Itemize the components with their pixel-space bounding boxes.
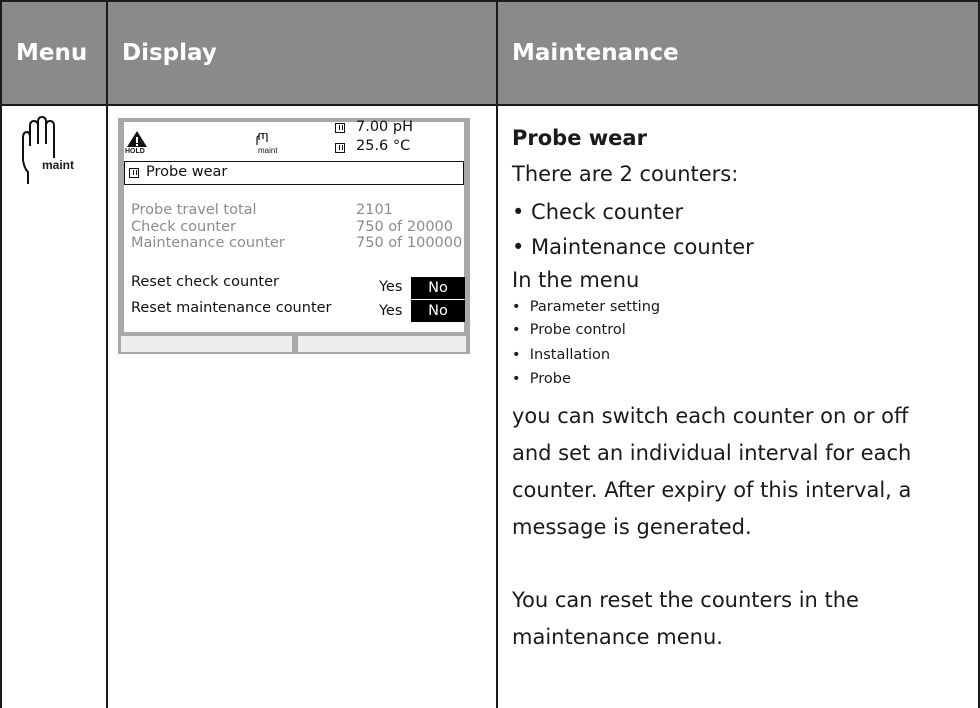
readout-ph: 7.00 pH [356, 119, 414, 135]
row-value-maintenance: 750 of 100000 [356, 235, 463, 251]
maint-status-label: maint [258, 146, 278, 155]
menu-list-item: • Probe control [512, 322, 626, 338]
menu-intro: In the menu [512, 268, 640, 292]
menu-list-item: • Installation [512, 347, 611, 363]
paragraph-line: message is generated. [512, 515, 752, 539]
counter-item-maintenance: • Maintenance counter [512, 235, 754, 259]
row-value-check: 750 of 20000 [356, 219, 453, 235]
softkey-right[interactable] [298, 336, 466, 352]
reset-maintenance-no-button[interactable]: No [411, 300, 465, 322]
readout-temperature: 25.6 °C [356, 138, 411, 154]
maint-hand-icon: maint [20, 115, 100, 186]
table-header: Menu Display Maintenance [0, 0, 980, 106]
column-header-menu: Menu [16, 40, 88, 66]
table-left-border [0, 0, 2, 708]
paragraph-line: maintenance menu. [512, 625, 723, 649]
reset-check-yes[interactable]: Yes [379, 279, 402, 295]
counter-item-check: • Check counter [512, 200, 684, 224]
reset-maintenance-yes[interactable]: Yes [379, 303, 402, 319]
counters-intro: There are 2 counters: [512, 162, 739, 186]
reset-check-no-button[interactable]: No [411, 277, 465, 299]
menu-screen-icon [129, 168, 139, 178]
paragraph-line: You can reset the counters in the [512, 588, 859, 612]
paragraph-line: you can switch each counter on or off [512, 404, 909, 428]
column-header-display: Display [122, 40, 217, 66]
maint-label: maint [42, 158, 75, 172]
screen-title: Probe wear [146, 164, 228, 180]
column-divider-display [496, 0, 498, 708]
menu-list-item: • Probe [512, 371, 571, 387]
row-label-travel: Probe travel total [131, 202, 257, 218]
channel-2-icon [335, 143, 345, 153]
row-label-maintenance: Maintenance counter [131, 235, 285, 251]
reset-maintenance-label: Reset maintenance counter [131, 300, 332, 316]
paragraph-line: and set an individual interval for each [512, 441, 912, 465]
column-header-maintenance: Maintenance [512, 40, 679, 66]
reset-check-label: Reset check counter [131, 274, 279, 290]
section-heading: Probe wear [512, 126, 647, 150]
column-divider-menu [106, 0, 108, 708]
row-value-travel: 2101 [356, 202, 393, 218]
menu-list-item: • Parameter setting [512, 299, 661, 315]
row-label-check: Check counter [131, 219, 237, 235]
softkey-left[interactable] [121, 336, 292, 352]
table-top-border [0, 0, 980, 2]
paragraph-line: counter. After expiry of this interval, … [512, 478, 912, 502]
hold-label: HOLD [125, 148, 145, 155]
channel-1-icon [335, 123, 345, 133]
header-divider [0, 104, 980, 106]
